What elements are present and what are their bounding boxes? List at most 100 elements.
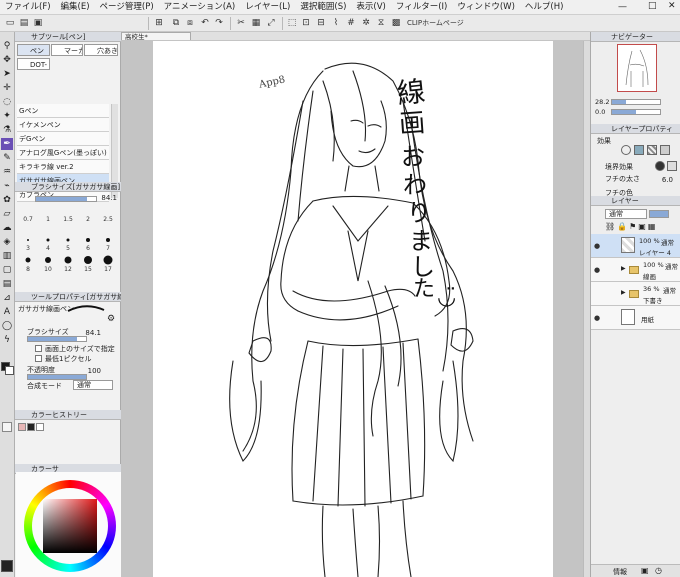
snap-ruler-icon[interactable]: ⌇ xyxy=(330,17,342,29)
size-label[interactable]: 17 xyxy=(99,266,117,273)
maximize-icon[interactable]: □ xyxy=(648,1,657,11)
brush-item[interactable]: イケメンペン xyxy=(17,118,109,132)
blend-mode-dropdown[interactable]: 通常 xyxy=(73,380,113,390)
eye-icon[interactable]: ● xyxy=(594,242,602,250)
eye-icon[interactable]: ● xyxy=(594,266,602,274)
expand-icon[interactable]: ▶ xyxy=(621,289,626,296)
clip-icon[interactable]: ⛓ xyxy=(605,222,615,234)
auto-select-icon[interactable]: ✦ xyxy=(1,110,13,122)
menu-selection[interactable]: 選択範囲(S) xyxy=(295,0,351,15)
eyedropper-icon[interactable]: ⚗ xyxy=(1,124,13,136)
minimize-icon[interactable]: — xyxy=(618,2,627,12)
drawing-paper[interactable]: App8 線 画 お わ り ま し た ◡̈ xyxy=(153,41,553,577)
grid-icon[interactable]: ▦ xyxy=(648,222,656,234)
layer-row-draft[interactable]: ▶ 36 % 通常 下書き xyxy=(591,282,680,306)
effect-circle-icon[interactable] xyxy=(621,145,631,155)
ref-icon[interactable]: ⚑ xyxy=(629,222,636,234)
move-icon[interactable]: ✥ xyxy=(1,54,13,66)
blend-icon[interactable]: ☁ xyxy=(1,222,13,234)
clear-icon[interactable]: ✂ xyxy=(235,17,247,29)
menu-view[interactable]: 表示(V) xyxy=(351,0,390,15)
layer-blend-dropdown[interactable]: 通常 xyxy=(605,209,647,219)
mask-icon[interactable]: ▣ xyxy=(638,222,646,234)
size-label[interactable]: 3 xyxy=(19,245,37,252)
menu-animation[interactable]: アニメーション(A) xyxy=(159,0,241,15)
size-label[interactable]: 2.5 xyxy=(103,216,113,223)
menu-page[interactable]: ページ管理(P) xyxy=(95,0,159,15)
frame-icon[interactable]: ▤ xyxy=(1,278,13,290)
paste-icon[interactable]: ⧈ xyxy=(184,17,196,29)
redo-icon[interactable]: ↷ xyxy=(213,17,225,29)
size-label[interactable]: 0.7 xyxy=(23,216,33,223)
eye-icon[interactable]: ● xyxy=(594,314,602,322)
subtool-tab-holes[interactable]: 穴あき xyxy=(84,44,118,56)
border-effect-edge-icon[interactable] xyxy=(667,161,677,171)
brush-size-slider[interactable] xyxy=(35,196,97,202)
size-label[interactable]: 4 xyxy=(39,245,57,252)
layer-row-lineart[interactable]: ● ▶ 100 % 通常 線画 xyxy=(591,258,680,282)
copy-icon[interactable]: ⧉ xyxy=(170,17,182,29)
selection-icon[interactable]: ◌ xyxy=(1,96,13,108)
settings-icon[interactable]: ▩ xyxy=(390,17,402,29)
text-icon[interactable]: A xyxy=(1,306,13,318)
size-label[interactable]: 1.5 xyxy=(63,216,73,223)
transform-icon[interactable]: ⤢ xyxy=(265,17,277,29)
layer-row-4[interactable]: ● 100 % 通常 レイヤー 4 xyxy=(591,234,680,258)
new-icon[interactable]: ▭ xyxy=(4,17,16,29)
navigator-preview[interactable] xyxy=(617,44,657,92)
menu-help[interactable]: ヘルプ(H) xyxy=(520,0,569,15)
close-icon[interactable]: ✕ xyxy=(668,1,676,11)
min-pixel-checkbox[interactable] xyxy=(35,355,42,362)
layer-opacity-slider[interactable] xyxy=(649,210,669,218)
transparent-color-swatch[interactable] xyxy=(2,422,12,432)
history-swatch[interactable] xyxy=(36,423,44,431)
operation-icon[interactable]: ➤ xyxy=(1,68,13,80)
balloon-icon[interactable]: ◯ xyxy=(1,320,13,332)
size-label[interactable]: 6 xyxy=(79,245,97,252)
subtool-tab-pen[interactable]: ペン xyxy=(17,44,50,56)
wrench-icon[interactable]: ⚙ xyxy=(107,314,115,324)
size-label[interactable]: 12 xyxy=(59,266,77,273)
brush-icon[interactable]: ♒ xyxy=(1,166,13,178)
screen-size-checkbox[interactable] xyxy=(35,345,42,352)
size-label[interactable]: 15 xyxy=(79,266,97,273)
size-label[interactable]: 7 xyxy=(99,245,117,252)
airbrush-icon[interactable]: ⌁ xyxy=(1,180,13,192)
fill-icon[interactable]: ▦ xyxy=(250,17,262,29)
size-label[interactable]: 5 xyxy=(59,245,77,252)
menu-filter[interactable]: フィルター(I) xyxy=(391,0,452,15)
brush-item[interactable]: Gペン xyxy=(17,104,109,118)
menu-edit[interactable]: 編集(E) xyxy=(56,0,95,15)
size-label[interactable]: 2 xyxy=(86,216,90,223)
save-icon[interactable]: ▣ xyxy=(32,17,44,29)
figure-icon[interactable]: ▢ xyxy=(1,264,13,276)
menu-file[interactable]: ファイル(F) xyxy=(0,0,56,15)
move-layer-icon[interactable]: ✛ xyxy=(1,82,13,94)
history-swatch[interactable] xyxy=(27,423,35,431)
effect-pattern-icon[interactable] xyxy=(647,145,657,155)
size-label[interactable]: 1 xyxy=(46,216,50,223)
mirror-icon[interactable]: ⧖ xyxy=(375,17,387,29)
border-effect-toggle-icon[interactable] xyxy=(655,161,665,171)
angle-slider[interactable] xyxy=(611,109,661,115)
canvas-vertical-scrollbar[interactable] xyxy=(583,41,590,577)
brush-item[interactable]: デGペン xyxy=(17,132,109,146)
clip-homepage-link[interactable]: CLIPホームページ xyxy=(407,18,464,28)
menu-layer[interactable]: レイヤー(L) xyxy=(240,0,295,15)
zoom-icon[interactable]: ⚲ xyxy=(1,40,13,52)
pen-icon[interactable]: ✒ xyxy=(1,138,13,150)
brush-item[interactable]: アナログ風Gペン(墨っぽい) xyxy=(17,146,109,160)
eraser-icon[interactable]: ▱ xyxy=(1,208,13,220)
sub-color-swatch[interactable] xyxy=(5,366,14,375)
invert-selection-icon[interactable]: ⊟ xyxy=(315,17,327,29)
history-icon[interactable]: ◷ xyxy=(655,566,662,575)
saturation-square[interactable] xyxy=(43,499,97,553)
info-icon[interactable]: ▣ xyxy=(641,566,649,575)
size-label[interactable]: 8 xyxy=(19,266,37,273)
line-correct-icon[interactable]: ϟ xyxy=(1,334,13,346)
subtool-tab-marker[interactable]: マーカ xyxy=(51,44,83,56)
bottom-color-swatch[interactable] xyxy=(1,560,13,572)
gradient-icon[interactable]: ▥ xyxy=(1,250,13,262)
fill-bucket-icon[interactable]: ◈ xyxy=(1,236,13,248)
zoom-slider[interactable] xyxy=(611,99,661,105)
